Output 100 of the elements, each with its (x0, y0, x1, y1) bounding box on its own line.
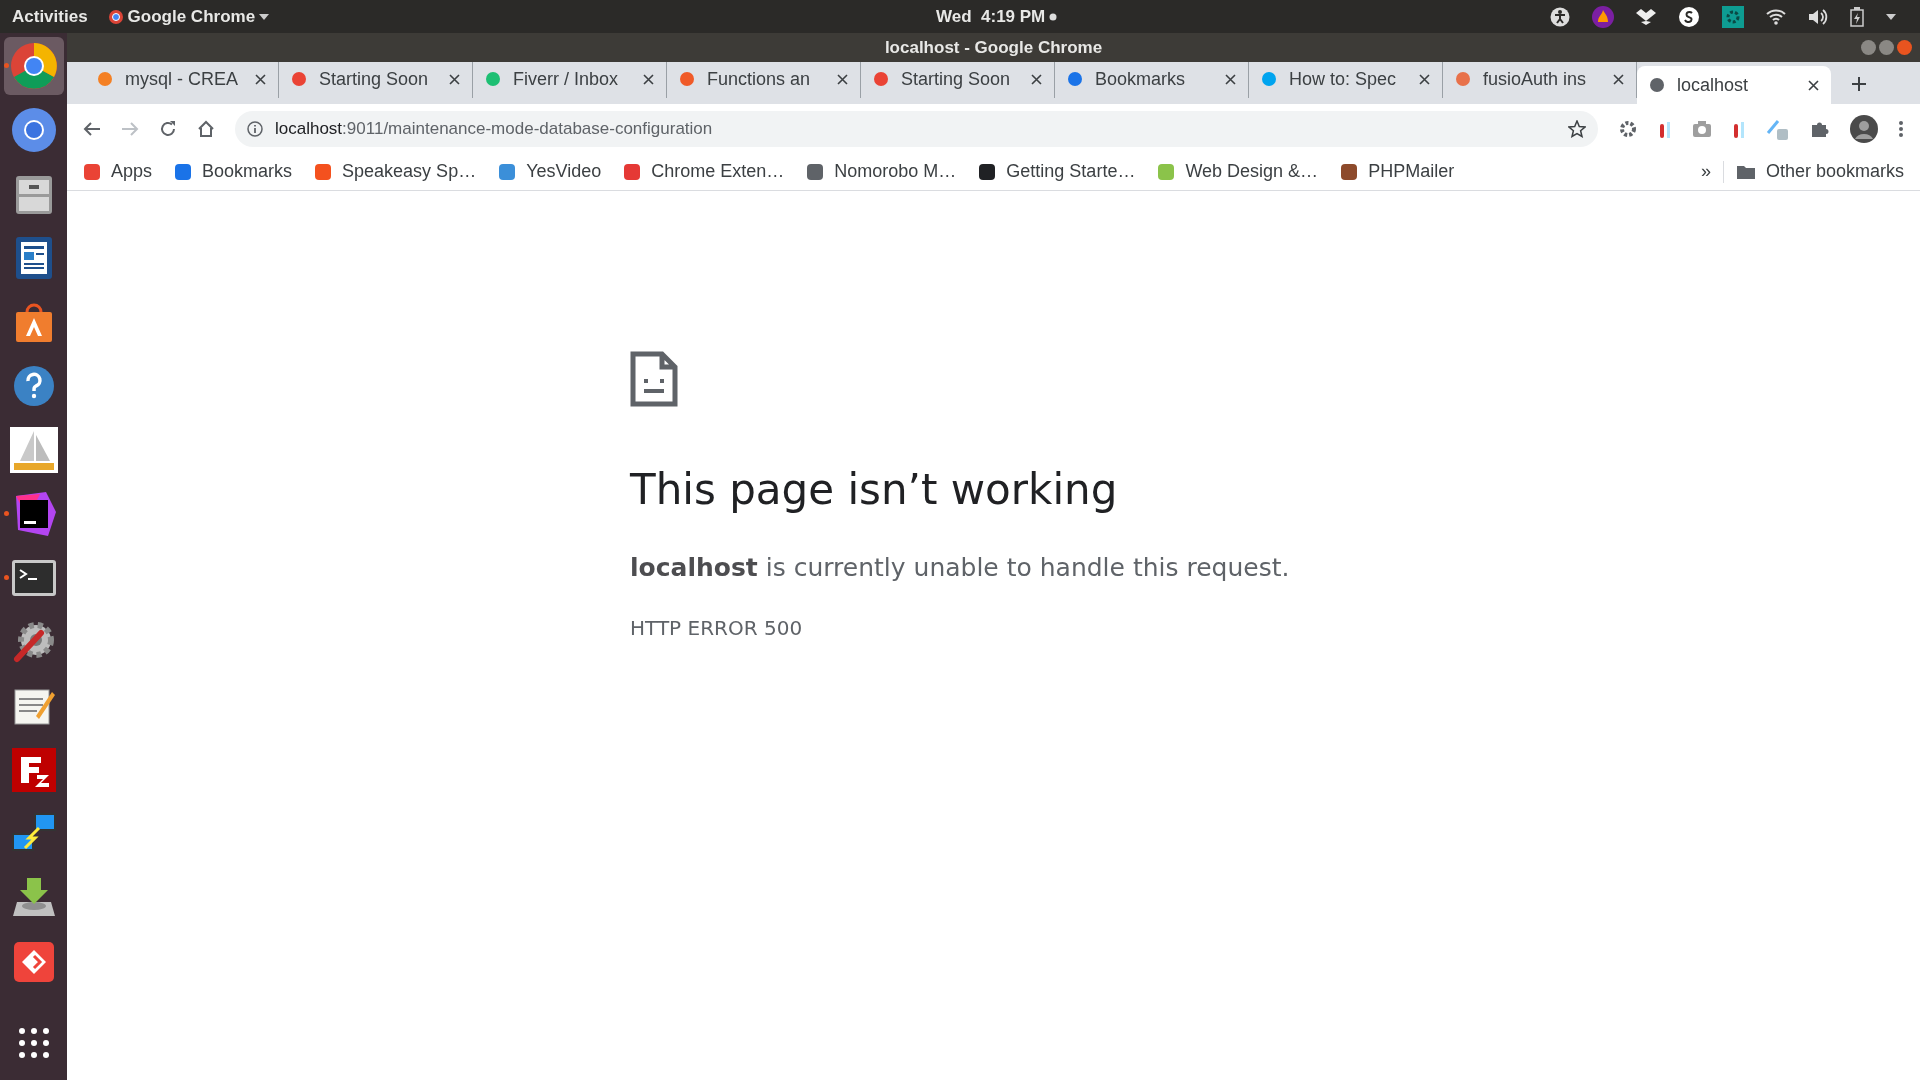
browser-tab[interactable]: Functions an (667, 60, 861, 98)
camera-icon[interactable] (1692, 119, 1712, 138)
dropbox-icon[interactable] (1636, 7, 1656, 26)
window-title: localhost - Google Chrome (884, 36, 1103, 59)
bookmark-item[interactable]: Getting Starte… (978, 158, 1136, 185)
close-icon[interactable] (837, 73, 848, 85)
wifi-icon[interactable] (1766, 8, 1786, 25)
new-tab-icon[interactable] (1851, 76, 1867, 92)
clock[interactable]: Wed 4:19 PM (936, 3, 1046, 30)
app-menu[interactable]: Google Chrome (107, 3, 270, 30)
bookmark-item[interactable]: Nomorobo M… (806, 158, 957, 185)
help-icon (11, 364, 56, 408)
bookmark-item[interactable]: Bookmarks (174, 158, 293, 185)
browser-tab[interactable]: Fiverr / Inbox (473, 60, 667, 98)
folder-icon (1735, 163, 1756, 180)
close-icon[interactable] (1031, 73, 1042, 85)
terminal-icon (10, 559, 57, 597)
tab-title: mysql - CREA (125, 67, 239, 91)
bookmark-item[interactable]: PHPMailer (1340, 158, 1455, 185)
bookmark-item[interactable]: Apps (83, 158, 153, 185)
error-message: localhost is currently unable to handle this request. (630, 552, 1291, 584)
favicon-icon (978, 162, 997, 181)
browser-icon (8, 41, 59, 91)
running-indicator-icon (3, 511, 9, 516)
error-title: This page isn’t working (630, 469, 1119, 511)
address-bar[interactable]: localhost:9011/maintenance-mode-database-configuration (235, 110, 1598, 147)
close-icon[interactable] (255, 73, 266, 85)
accessibility-icon[interactable] (1550, 6, 1570, 27)
favicon-icon (1340, 162, 1359, 181)
tab-title: How to: Spec (1289, 67, 1398, 91)
close-icon[interactable] (1613, 73, 1624, 85)
close-button[interactable] (1897, 40, 1912, 55)
favicon-icon (83, 162, 101, 181)
browser-tab[interactable]: localhost (1637, 66, 1831, 104)
sailboat-icon (9, 427, 58, 473)
other-bookmarks[interactable]: Other bookmarks (1735, 158, 1904, 185)
favicon-icon (498, 162, 517, 181)
favicon-icon (174, 162, 193, 181)
dock-item[interactable] (3, 37, 64, 95)
close-icon[interactable] (1808, 79, 1819, 91)
close-icon[interactable] (1419, 73, 1430, 85)
close-icon[interactable] (643, 73, 654, 85)
favicon-icon (291, 71, 307, 87)
bookmark-item[interactable]: Chrome Exten… (623, 158, 785, 185)
star-icon[interactable] (1568, 119, 1586, 138)
browser-tab[interactable]: Starting Soon (279, 60, 473, 98)
close-icon[interactable] (449, 73, 460, 85)
activities-button[interactable]: Activities (12, 3, 88, 30)
bookmarks-overflow-button[interactable]: » (1700, 158, 1711, 185)
favicon-icon (1157, 162, 1176, 181)
error-code: HTTP ERROR 500 (630, 614, 804, 642)
favicon-icon (1649, 77, 1665, 93)
avatar-icon[interactable] (1850, 114, 1878, 143)
menu-icon[interactable] (1898, 119, 1904, 138)
favicon-icon (1067, 71, 1083, 87)
maximize-button[interactable] (1879, 40, 1894, 55)
running-indicator-icon (3, 575, 9, 580)
reload-icon[interactable] (159, 119, 177, 138)
favicon-icon (873, 71, 889, 87)
favicon-icon (97, 71, 113, 87)
battery-icon[interactable] (1850, 6, 1864, 27)
favicon-icon (485, 71, 501, 87)
tab-title: fusioAuth ins (1483, 67, 1588, 91)
favicon-icon (1261, 71, 1277, 87)
tab-title: Starting Soon (901, 67, 1012, 91)
browser-tab[interactable]: How to: Spec (1249, 60, 1443, 98)
favicon-icon (1455, 71, 1471, 87)
browser-tab[interactable]: Bookmarks (1055, 60, 1249, 98)
tab-title: localhost (1677, 73, 1750, 97)
tab-title: Bookmarks (1095, 67, 1187, 91)
favicon-icon (314, 162, 333, 181)
document-icon (13, 235, 54, 281)
info-icon (247, 120, 263, 137)
caret-icon[interactable] (1886, 13, 1896, 20)
bookmark-item[interactable]: Speakeasy Sp… (314, 158, 477, 185)
browser-tab[interactable]: mysql - CREA (85, 60, 279, 98)
bookmark-item[interactable]: YesVideo (498, 158, 602, 185)
chat-icon[interactable] (1678, 5, 1700, 28)
favicon-icon (623, 162, 642, 181)
close-icon[interactable] (1225, 73, 1236, 85)
browser-icon (10, 107, 57, 153)
home-icon[interactable] (197, 119, 215, 138)
minimize-button[interactable] (1861, 40, 1876, 55)
volume-icon[interactable] (1808, 7, 1828, 26)
caret-icon (259, 13, 270, 20)
browser-icon (107, 8, 124, 25)
favicon-icon (806, 162, 825, 181)
remote-desktop-icon (11, 940, 56, 984)
app-grid-icon (17, 1027, 50, 1059)
bookmark-item[interactable]: Web Design &… (1157, 158, 1319, 185)
tab-title: Functions an (707, 67, 812, 91)
broken-page-icon (630, 351, 678, 407)
tab-title: Starting Soon (319, 67, 430, 91)
browser-tab[interactable]: fusioAuth ins (1443, 60, 1637, 98)
browser-tab[interactable]: Starting Soon (861, 60, 1055, 98)
back-icon[interactable] (83, 120, 101, 137)
running-indicator-icon (3, 63, 9, 68)
ftp-client-icon (10, 747, 57, 793)
tab-title: Fiverr / Inbox (513, 67, 620, 91)
url-text: localhost:9011/maintenance-mode-database-configuration (275, 117, 714, 140)
